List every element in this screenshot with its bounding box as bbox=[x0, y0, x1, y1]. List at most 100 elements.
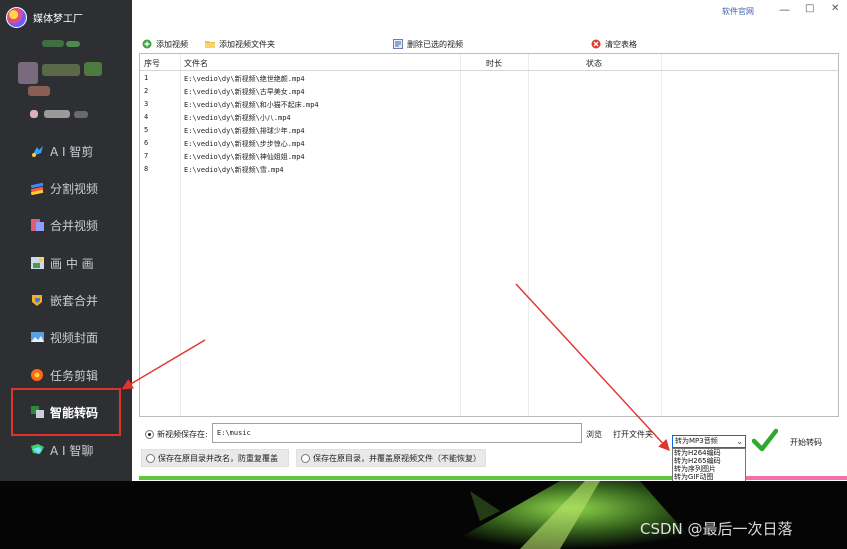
sidebar-item-label: 任务剪辑 bbox=[50, 368, 99, 383]
delete-icon bbox=[393, 39, 403, 49]
clear-table-label: 清空表格 bbox=[605, 39, 637, 49]
sidebar-item-video-cover[interactable]: 视频封面 bbox=[30, 325, 98, 349]
sidebar-item-picture-in-picture[interactable]: 画 中 画 bbox=[30, 251, 94, 275]
format-select[interactable]: 转为MP3音频 ⌄ bbox=[672, 435, 746, 448]
row-filename: E:\vedio\dy\新视频\神仙姐姐.mp4 bbox=[184, 153, 305, 161]
row-filename: E:\vedio\dy\新视频\和小猫不起床.mp4 bbox=[184, 101, 319, 109]
sidebar-item-label: A I 智剪 bbox=[50, 144, 94, 159]
blurred-user-info bbox=[74, 111, 88, 118]
accent-bar bbox=[746, 476, 847, 480]
ai-chat-icon bbox=[30, 443, 45, 457]
row-number: 8 bbox=[144, 165, 149, 173]
watermark: CSDN @最后一次日落 bbox=[640, 520, 793, 538]
format-option[interactable]: 转为H265编码 bbox=[673, 457, 745, 465]
blurred-user-info bbox=[28, 86, 50, 96]
table-row[interactable]: 1 E:\vedio\dy\新视频\绝世绝颜.mp4 bbox=[140, 72, 838, 85]
row-number: 7 bbox=[144, 152, 149, 160]
minimize-button[interactable]: — bbox=[779, 3, 790, 16]
save-new-location-label: 新视频保存在: bbox=[157, 430, 208, 439]
video-cover-icon bbox=[30, 330, 45, 344]
blurred-user-info bbox=[30, 110, 38, 118]
sidebar-item-split-video[interactable]: 分割视频 bbox=[30, 176, 98, 200]
row-number: 4 bbox=[144, 113, 149, 121]
keep-rename-option[interactable]: 保存在原目录并改名，防重复覆盖 bbox=[141, 449, 289, 467]
row-filename: E:\vedio\dy\新视频\排球少年.mp4 bbox=[184, 127, 305, 135]
close-button[interactable]: ✕ bbox=[831, 3, 839, 14]
sidebar-item-merge-video[interactable]: 合并视频 bbox=[30, 213, 98, 237]
column-header-no[interactable]: 序号 bbox=[144, 58, 160, 69]
column-header-duration[interactable]: 时长 bbox=[486, 58, 502, 69]
row-number: 5 bbox=[144, 126, 149, 134]
radio-indicator bbox=[301, 453, 310, 463]
table-row[interactable]: 7 E:\vedio\dy\新视频\神仙姐姐.mp4 bbox=[140, 150, 838, 163]
table-row[interactable]: 3 E:\vedio\dy\新视频\和小猫不起床.mp4 bbox=[140, 98, 838, 111]
add-icon bbox=[142, 39, 152, 49]
nested-merge-icon bbox=[30, 293, 45, 307]
add-video-button[interactable]: 添加视频 bbox=[142, 38, 188, 50]
app-logo-icon bbox=[6, 6, 27, 28]
highlight-box bbox=[11, 388, 121, 436]
table-row[interactable]: 6 E:\vedio\dy\新视频\步步惊心.mp4 bbox=[140, 137, 838, 150]
row-filename: E:\vedio\dy\新视频\小八.mp4 bbox=[184, 114, 291, 122]
table-header: 序号 文件名 时长 状态 bbox=[140, 54, 838, 71]
progress-bar bbox=[139, 476, 672, 480]
format-option[interactable]: 转为H264编码 bbox=[673, 449, 745, 457]
row-filename: E:\vedio\dy\新视频\雪.mp4 bbox=[184, 166, 284, 174]
app-name: 媒体梦工厂 bbox=[33, 13, 83, 25]
open-folder-button[interactable]: 打开文件夹 bbox=[613, 429, 653, 440]
add-folder-label: 添加视频文件夹 bbox=[219, 39, 275, 49]
radio-indicator bbox=[145, 430, 154, 439]
column-header-filename[interactable]: 文件名 bbox=[184, 58, 208, 69]
clear-icon bbox=[591, 39, 601, 49]
column-header-status[interactable]: 状态 bbox=[586, 58, 602, 69]
blurred-user-info bbox=[42, 40, 64, 47]
folder-icon bbox=[205, 39, 215, 49]
maximize-button[interactable]: □ bbox=[805, 3, 814, 14]
sidebar-item-label: 合并视频 bbox=[50, 218, 99, 233]
ai-cut-icon bbox=[30, 144, 45, 158]
sidebar-item-ai-cut[interactable]: A I 智剪 bbox=[30, 139, 93, 163]
app-brand: 媒体梦工厂 bbox=[6, 6, 83, 28]
row-number: 2 bbox=[144, 87, 149, 95]
split-video-icon bbox=[30, 181, 45, 196]
blurred-user-info bbox=[66, 41, 80, 47]
sidebar-item-task-edit[interactable]: 任务剪辑 bbox=[30, 363, 98, 387]
row-filename: E:\vedio\dy\新视频\绝世绝颜.mp4 bbox=[184, 75, 305, 83]
format-option[interactable]: 转为GIF动图 bbox=[673, 473, 745, 481]
sidebar-item-label: 视频封面 bbox=[50, 330, 99, 345]
sidebar-item-nested-merge[interactable]: 嵌套合并 bbox=[30, 288, 98, 312]
sidebar-item-label: 画 中 画 bbox=[50, 256, 94, 271]
format-option[interactable]: 转为序列图片 bbox=[673, 465, 745, 473]
sidebar-item-ai-chat[interactable]: A I 智聊 bbox=[30, 438, 93, 462]
delete-selected-label: 删除已选的视频 bbox=[407, 39, 463, 49]
table-row[interactable]: 2 E:\vedio\dy\新视频\古早美女.mp4 bbox=[140, 85, 838, 98]
start-transcode-label: 开始转码 bbox=[790, 438, 822, 447]
format-selected-value: 转为MP3音频 bbox=[675, 437, 718, 445]
table-row[interactable]: 5 E:\vedio\dy\新视频\排球少年.mp4 bbox=[140, 124, 838, 137]
merge-video-icon bbox=[30, 218, 45, 232]
sidebar-item-label: A I 智聊 bbox=[50, 443, 94, 458]
table-row[interactable]: 4 E:\vedio\dy\新视频\小八.mp4 bbox=[140, 111, 838, 124]
row-filename: E:\vedio\dy\新视频\步步惊心.mp4 bbox=[184, 140, 305, 148]
website-link[interactable]: 软件官网 bbox=[722, 6, 754, 17]
clear-table-button[interactable]: 清空表格 bbox=[591, 38, 637, 50]
table-row[interactable]: 8 E:\vedio\dy\新视频\雪.mp4 bbox=[140, 163, 838, 176]
add-video-label: 添加视频 bbox=[156, 39, 188, 49]
save-path-input[interactable] bbox=[212, 423, 582, 443]
task-edit-icon bbox=[30, 368, 45, 382]
blurred-user-info bbox=[84, 62, 102, 76]
file-table[interactable]: 序号 文件名 时长 状态 1 E:\vedio\dy\新视频\绝世绝颜.mp4 2 E… bbox=[139, 53, 839, 417]
delete-selected-button[interactable]: 删除已选的视频 bbox=[393, 38, 463, 50]
browse-button[interactable]: 浏览 bbox=[586, 429, 602, 440]
blurred-user-info bbox=[42, 64, 80, 76]
radio-indicator bbox=[146, 453, 155, 463]
add-folder-button[interactable]: 添加视频文件夹 bbox=[205, 38, 275, 50]
start-transcode-button[interactable]: 开始转码 bbox=[750, 423, 840, 461]
checkmark-icon bbox=[751, 427, 779, 455]
sidebar-item-label: 分割视频 bbox=[50, 181, 99, 196]
save-new-location-radio[interactable]: 新视频保存在: bbox=[145, 429, 208, 440]
sidebar-item-label: 嵌套合并 bbox=[50, 293, 99, 308]
keep-overwrite-label: 保存在原目录，并覆盖原视频文件（不能恢复） bbox=[313, 453, 481, 463]
chevron-down-icon: ⌄ bbox=[736, 437, 743, 446]
keep-overwrite-option[interactable]: 保存在原目录，并覆盖原视频文件（不能恢复） bbox=[296, 449, 486, 467]
